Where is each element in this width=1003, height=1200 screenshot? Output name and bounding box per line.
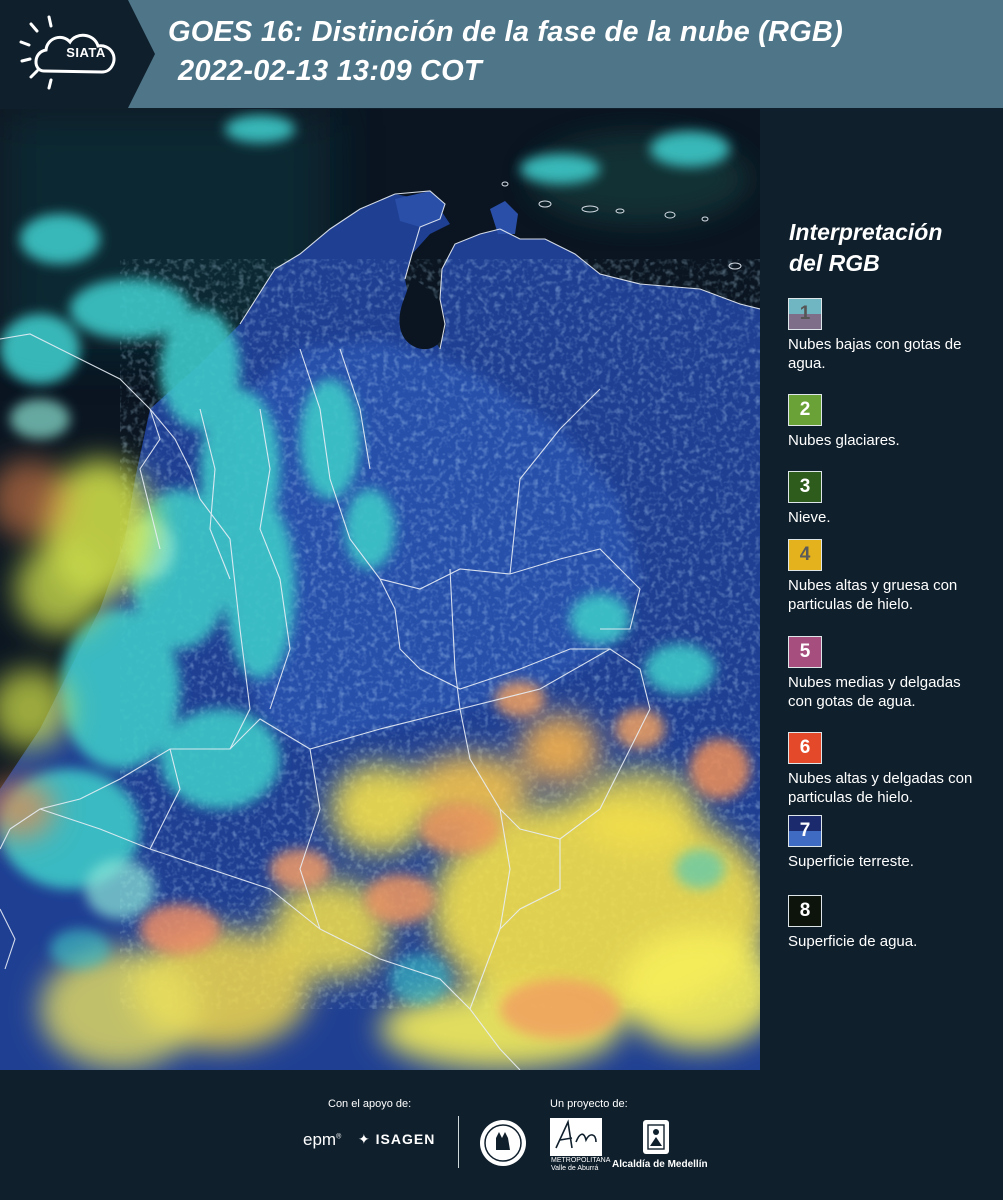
legend-number: 3 [799, 476, 811, 497]
legend-swatch: 1 [788, 298, 822, 330]
legend-label: Superficie terreste. [788, 853, 914, 870]
legend-number: 8 [799, 900, 811, 921]
page-title: GOES 16: Distinción de la fase de la nub… [168, 16, 843, 48]
legend-number: 6 [799, 737, 811, 758]
area-metropolitana-text: METROPOLITANA Valle de Aburrá [551, 1157, 610, 1173]
satellite-map[interactable] [0, 109, 760, 1070]
alcaldia-text: Alcaldía de Medellín [612, 1159, 708, 1170]
legend-item-4: 4 Nubes altas y gruesa con particulas de … [788, 539, 1003, 614]
legend-label: Nubes glaciares. [788, 432, 900, 449]
legend-item-7: 7 Superficie terreste. [788, 815, 1003, 871]
satellite-image [0, 109, 760, 1070]
legend-swatch: 3 [788, 471, 822, 503]
legend-number: 5 [799, 641, 811, 662]
siata-logo[interactable]: SIATA [0, 0, 160, 108]
legend-label: Nieve. [788, 509, 831, 526]
header: SIATA GOES 16: Distinción de la fase de … [0, 0, 1003, 108]
legend-number: 4 [799, 544, 811, 565]
legend-number: 1 [799, 303, 811, 324]
legend-title-line1: Interpretación [789, 219, 943, 245]
seal-icon[interactable] [478, 1118, 528, 1168]
legend-label: Superficie de agua. [788, 933, 918, 950]
legend-label: Nubes altas y delgadas con particulas de… [788, 770, 973, 806]
legend-panel: Interpretación del RGB 1 Nubes bajas con … [760, 109, 1003, 1070]
legend-swatch: 8 [788, 895, 822, 927]
legend-item-1: 1 Nubes bajas con gotas de agua. [788, 298, 1003, 373]
legend-swatch: 7 [788, 815, 822, 847]
legend-swatch: 6 [788, 732, 822, 764]
logo-text: SIATA [66, 45, 106, 60]
legend-title: Interpretación del RGB [789, 217, 999, 279]
legend-number: 7 [799, 820, 811, 841]
legend-item-5: 5 Nubes medias y delgadas con gotas de ag… [788, 636, 1003, 711]
alcaldia-shield-icon[interactable] [641, 1118, 671, 1156]
area-metropolitana-sub1: METROPOLITANA [551, 1157, 611, 1164]
isagen-logo[interactable]: ✦ ISAGEN [358, 1131, 435, 1148]
epm-logo[interactable]: epm® [303, 1130, 341, 1150]
area-metropolitana-logo[interactable] [550, 1118, 602, 1156]
legend-item-2: 2 Nubes glaciares. [788, 394, 1003, 450]
legend-label: Nubes medias y delgadas con gotas de agu… [788, 674, 961, 710]
legend-item-8: 8 Superficie de agua. [788, 895, 1003, 951]
isagen-star-icon: ✦ [358, 1131, 371, 1147]
area-metropolitana-sub2: Valle de Aburrá [551, 1165, 599, 1172]
page-timestamp: 2022-02-13 13:09 COT [178, 55, 482, 87]
legend-title-line2: del RGB [789, 250, 880, 276]
legend-swatch: 5 [788, 636, 822, 668]
footer: Con el apoyo de: Un proyecto de: epm® ✦ … [0, 1070, 1003, 1200]
isagen-logo-text: ISAGEN [375, 1131, 436, 1147]
support-label: Con el apoyo de: [328, 1098, 412, 1110]
epm-logo-text: epm [303, 1130, 337, 1149]
legend-label: Nubes bajas con gotas de agua. [788, 336, 962, 372]
project-label: Un proyecto de: [550, 1098, 628, 1110]
legend-item-3: 3 Nieve. [788, 471, 1003, 527]
legend-swatch: 4 [788, 539, 822, 571]
footer-divider [458, 1116, 459, 1168]
legend-item-6: 6 Nubes altas y delgadas con particulas d… [788, 732, 1003, 807]
legend-label: Nubes altas y gruesa con particulas de h… [788, 577, 958, 613]
legend-number: 2 [799, 399, 811, 420]
legend-swatch: 2 [788, 394, 822, 426]
